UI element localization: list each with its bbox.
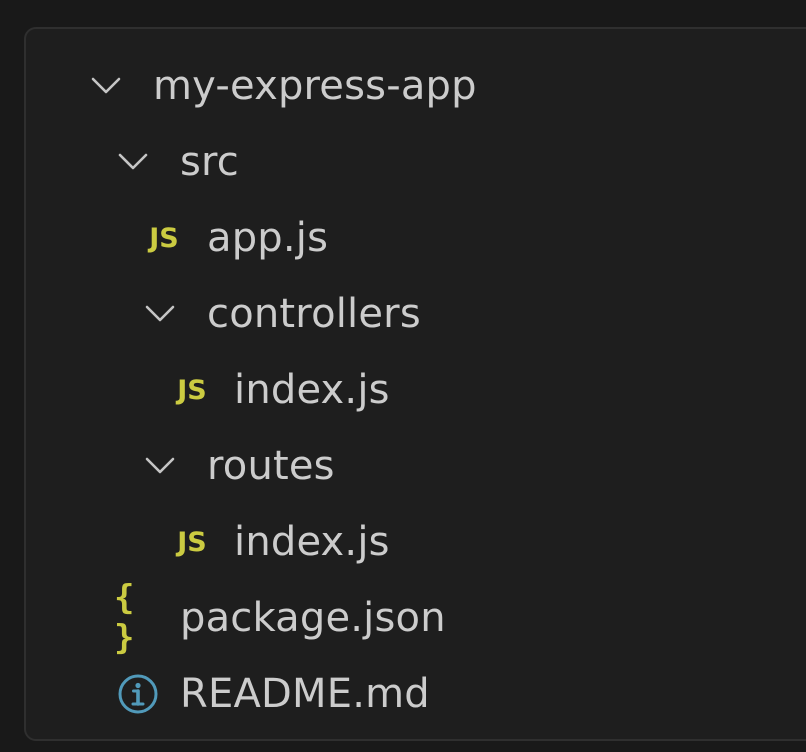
tree-item-app-js[interactable]: JS app.js	[26, 200, 806, 276]
tree-item-label: src	[180, 139, 239, 185]
tree-item-label: index.js	[234, 519, 390, 565]
tree-item-routes-index-js[interactable]: JS index.js	[26, 504, 806, 580]
json-file-icon: { }	[114, 578, 160, 658]
tree-item-label: controllers	[207, 291, 421, 337]
tree-item-my-express-app[interactable]: my-express-app	[26, 48, 806, 124]
js-badge: JS	[177, 526, 207, 558]
javascript-file-icon: JS	[170, 352, 214, 428]
javascript-file-icon: JS	[142, 200, 186, 276]
tree-item-label: package.json	[180, 595, 446, 641]
chevron-down-icon[interactable]	[142, 428, 178, 504]
tree-item-controllers-index-js[interactable]: JS index.js	[26, 352, 806, 428]
info-icon	[115, 656, 161, 732]
chevron-down-icon[interactable]	[142, 276, 178, 352]
js-badge: JS	[149, 222, 179, 254]
tree-item-src[interactable]: src	[26, 124, 806, 200]
tree-item-routes[interactable]: routes	[26, 428, 806, 504]
json-badge: { }	[114, 578, 139, 658]
chevron-down-icon[interactable]	[115, 124, 151, 200]
tree-item-readme-md[interactable]: README.md	[26, 656, 806, 732]
tree-item-label: index.js	[234, 367, 390, 413]
tree-item-label: my-express-app	[153, 63, 477, 109]
tree-item-label: routes	[207, 443, 335, 489]
tree-item-controllers[interactable]: controllers	[26, 276, 806, 352]
tree-item-package-json[interactable]: { } package.json	[26, 578, 806, 658]
js-badge: JS	[177, 374, 207, 406]
chevron-down-icon[interactable]	[88, 48, 124, 124]
tree-item-label: app.js	[207, 215, 329, 261]
file-explorer-panel: my-express-app src JS app.js controllers…	[24, 27, 806, 741]
tree-item-label: README.md	[180, 671, 430, 717]
javascript-file-icon: JS	[170, 504, 214, 580]
